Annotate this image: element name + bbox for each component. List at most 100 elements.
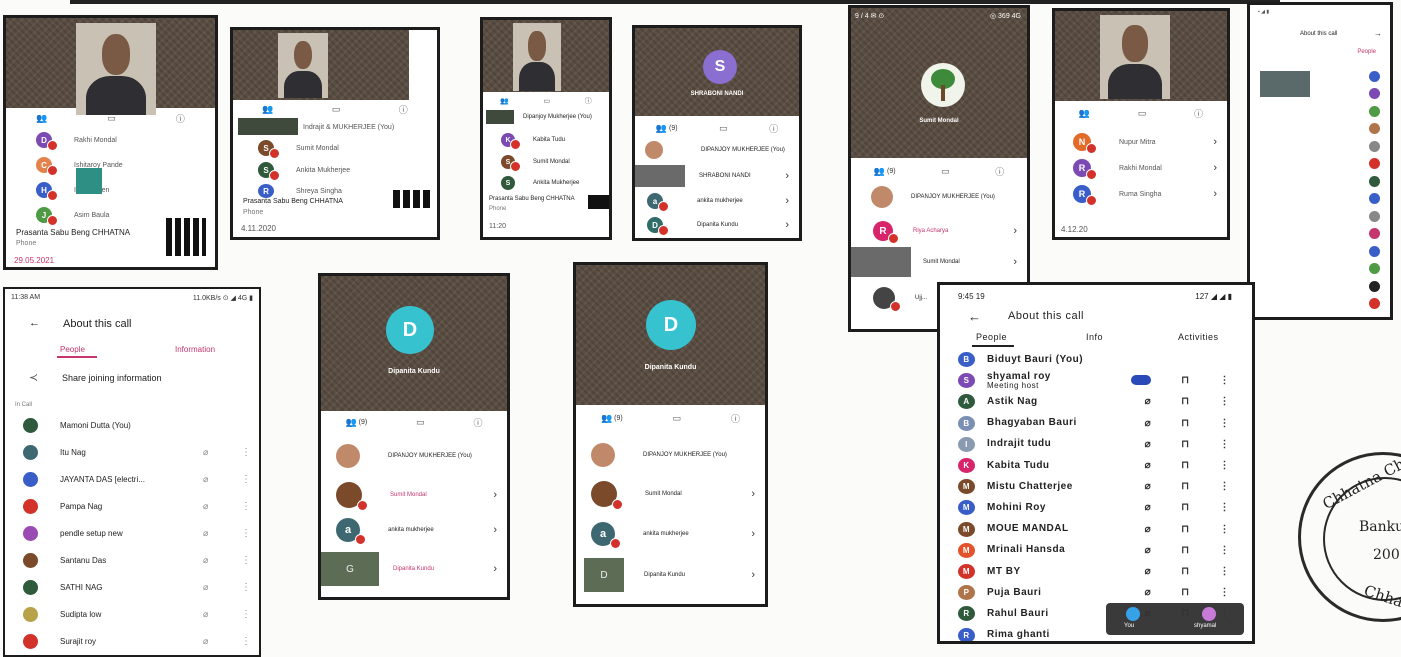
list-item[interactable]: S Sumit Mondal: [258, 138, 437, 159]
list-item[interactable]: a ankita mukherjee ›: [647, 190, 799, 212]
mic-off-icon[interactable]: ⌀: [1145, 566, 1152, 577]
people-icon[interactable]: 👥: [36, 113, 47, 124]
more-options-icon[interactable]: ⋮: [1220, 545, 1231, 556]
people-icon[interactable]: 👥: [500, 97, 509, 105]
pin-icon[interactable]: ⊓: [1181, 566, 1189, 577]
list-item[interactable]: M Mohini Roy ⌀ ⊓ ⋮: [958, 497, 1244, 518]
share-joining-info[interactable]: Share joining information: [62, 373, 162, 383]
mic-off-icon[interactable]: ⌀: [1145, 418, 1152, 429]
more-options-icon[interactable]: ⋮: [1220, 502, 1231, 513]
pin-icon[interactable]: ⊓: [1181, 396, 1189, 407]
back-arrow-icon[interactable]: ←: [29, 317, 40, 329]
list-item[interactable]: R Rima ghanti: [958, 625, 1244, 641]
people-icon[interactable]: 👥: [345, 417, 356, 428]
more-options-icon[interactable]: ⋮: [241, 582, 251, 593]
list-item[interactable]: Dipanjoy Mukherjee (You): [523, 110, 609, 124]
mic-off-icon[interactable]: ⌀: [1145, 502, 1152, 513]
more-options-icon[interactable]: ⋮: [1220, 566, 1231, 577]
more-options-icon[interactable]: ⋮: [1220, 524, 1231, 535]
more-options-icon[interactable]: ⋮: [1220, 439, 1231, 450]
list-item[interactable]: S Ankita Mukherjee: [501, 174, 609, 192]
more-options-icon[interactable]: ⋮: [1220, 396, 1231, 407]
chat-icon[interactable]: ▭: [107, 113, 116, 124]
chat-icon[interactable]: ▭: [416, 417, 425, 428]
mic-off-icon[interactable]: ⌀: [1145, 587, 1152, 598]
list-item[interactable]: Sshyamal roy Meeting host ⊓ ⋮: [958, 370, 1244, 391]
list-item[interactable]: K Kabita Tudu: [501, 130, 609, 150]
pin-icon[interactable]: ⊓: [1181, 545, 1189, 556]
tab-information[interactable]: Information: [175, 345, 215, 354]
mic-off-icon[interactable]: ⌀: [203, 609, 208, 620]
more-options-icon[interactable]: ⋮: [1220, 481, 1231, 492]
info-icon[interactable]: ⓘ: [399, 103, 408, 116]
list-item[interactable]: DIPANJOY MUKHERJEE (You): [591, 440, 765, 470]
more-options-icon[interactable]: ⋮: [241, 501, 251, 512]
pin-icon[interactable]: ⊓: [1181, 460, 1189, 471]
info-icon[interactable]: ⓘ: [731, 412, 740, 425]
list-item[interactable]: HIndrajit Sen: [36, 180, 215, 201]
list-item[interactable]: SATHI NAG ⌀ ⋮: [23, 576, 251, 598]
mic-off-icon[interactable]: ⌀: [1145, 608, 1152, 619]
mic-off-icon[interactable]: ⌀: [203, 501, 208, 512]
list-item[interactable]: S Ankita Mukherjee: [258, 160, 437, 181]
mic-off-icon[interactable]: ⌀: [1145, 439, 1152, 450]
people-icon[interactable]: 👥: [262, 104, 273, 115]
mic-off-icon[interactable]: ⌀: [203, 474, 208, 485]
tab-activities[interactable]: Activities: [1178, 332, 1219, 342]
list-item[interactable]: Surajit roy ⌀ ⋮: [23, 630, 251, 652]
list-item[interactable]: Sumit Mondal ›: [851, 246, 1027, 278]
list-item[interactable]: Sumit Mondal ›: [591, 480, 765, 510]
tab-info[interactable]: Info: [1086, 332, 1103, 342]
list-item[interactable]: D Dipanita Kundu ›: [584, 557, 765, 593]
people-icon[interactable]: 👥: [874, 166, 885, 177]
more-options-icon[interactable]: ⋮: [1220, 608, 1231, 619]
more-options-icon[interactable]: ⋮: [241, 447, 251, 458]
back-arrow-icon[interactable]: ←: [968, 309, 981, 324]
info-icon[interactable]: ⓘ: [1194, 107, 1203, 120]
list-item[interactable]: R Ruma Singha ›: [1073, 183, 1227, 206]
list-item[interactable]: D Rakhi Mondal: [36, 130, 215, 151]
list-item[interactable]: pendle setup new ⌀ ⋮: [23, 522, 251, 544]
info-icon[interactable]: ⓘ: [769, 122, 778, 135]
list-item[interactable]: B Bhagyaban Bauri ⌀ ⊓ ⋮: [958, 413, 1244, 434]
info-icon[interactable]: ⓘ: [585, 96, 592, 106]
list-item[interactable]: S Sumit Mondal: [501, 152, 609, 172]
mic-off-icon[interactable]: ⌀: [1145, 481, 1152, 492]
mic-off-icon[interactable]: ⌀: [203, 636, 208, 647]
more-options-icon[interactable]: ⋮: [1220, 460, 1231, 471]
list-item[interactable]: B Biduyt Bauri (You): [958, 349, 1244, 370]
more-options-icon[interactable]: ⋮: [1220, 375, 1231, 386]
list-item[interactable]: JAYANTA DAS [electri... ⌀ ⋮: [23, 468, 251, 490]
tab-people[interactable]: People: [60, 345, 85, 354]
list-item[interactable]: DIPANJOY MUKHERJEE (You): [336, 441, 507, 471]
tab-people[interactable]: People: [1357, 49, 1376, 55]
info-icon[interactable]: ⓘ: [995, 165, 1004, 178]
list-item[interactable]: Pampa Nag ⌀ ⋮: [23, 495, 251, 517]
list-item[interactable]: a ankita mukherjee ›: [591, 520, 765, 549]
list-item[interactable]: G Dipanita Kundu ›: [321, 551, 507, 587]
list-item[interactable]: N Nupur Mitra ›: [1073, 131, 1227, 154]
list-item[interactable]: DIPANJOY MUKHERJEE (You): [871, 183, 1027, 211]
list-item[interactable]: P Puja Bauri ⌀ ⊓ ⋮: [958, 582, 1244, 603]
list-item[interactable]: K Kabita Tudu ⌀ ⊓ ⋮: [958, 455, 1244, 476]
list-item[interactable]: R Rahul Bauri ⌀ ⊓ ⋮: [958, 603, 1244, 624]
chat-icon[interactable]: ▭: [673, 413, 682, 424]
mic-off-icon[interactable]: ⌀: [1145, 524, 1152, 535]
info-icon[interactable]: ⓘ: [474, 416, 483, 429]
mic-off-icon[interactable]: ⌀: [203, 447, 208, 458]
chat-icon[interactable]: ▭: [719, 123, 728, 134]
chat-icon[interactable]: ▭: [544, 97, 551, 105]
list-item[interactable]: Santanu Das ⌀ ⋮: [23, 549, 251, 571]
list-item[interactable]: A Astik Nag ⌀ ⊓ ⋮: [958, 391, 1244, 412]
list-item[interactable]: M Mistu Chatterjee ⌀ ⊓ ⋮: [958, 476, 1244, 497]
list-item[interactable]: R Rakhi Mondal ›: [1073, 157, 1227, 180]
chat-icon[interactable]: ▭: [1138, 108, 1147, 119]
info-icon[interactable]: ⓘ: [176, 112, 185, 125]
more-options-icon[interactable]: ⋮: [1220, 418, 1231, 429]
pin-icon[interactable]: ⊓: [1181, 439, 1189, 450]
list-item[interactable]: C Ishitaroy Pande: [36, 155, 215, 176]
list-item[interactable]: Indrajit & MUKHERJEE (You): [303, 118, 437, 136]
list-item[interactable]: M MOUE MANDAL ⌀ ⊓ ⋮: [958, 519, 1244, 540]
list-item[interactable]: Sudipta low ⌀ ⋮: [23, 603, 251, 625]
pin-icon[interactable]: ⊓: [1181, 418, 1189, 429]
